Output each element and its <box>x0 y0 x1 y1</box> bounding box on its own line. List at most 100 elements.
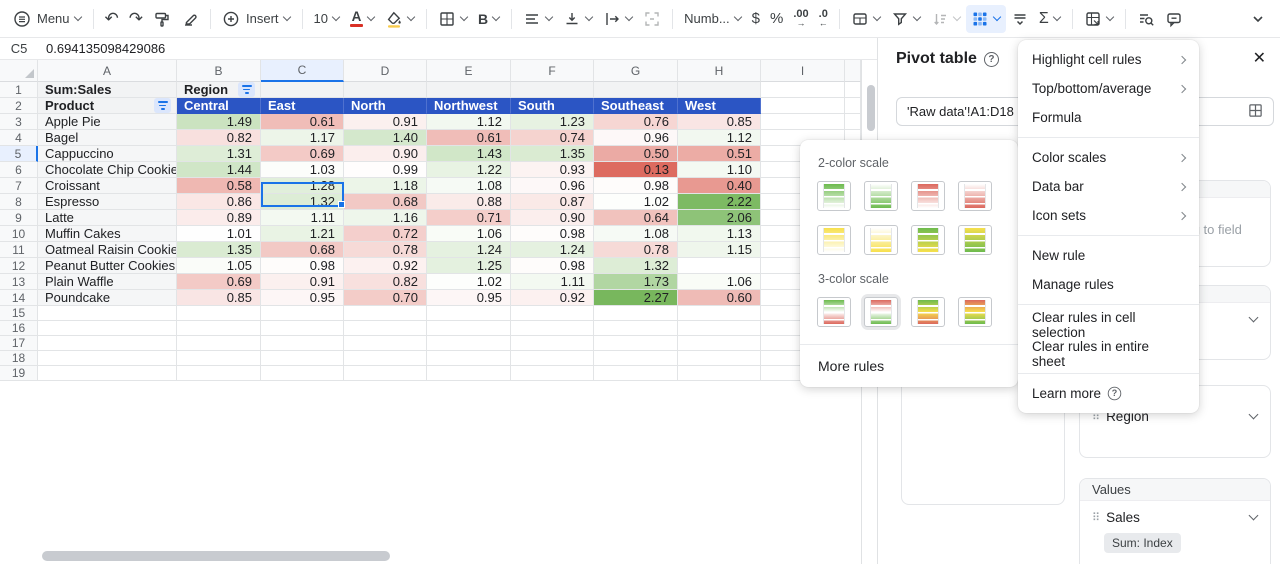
cell-D9[interactable]: 1.16 <box>344 210 427 226</box>
cell-G19[interactable] <box>594 366 678 381</box>
cell-C11[interactable]: 0.68 <box>261 242 344 258</box>
cell-F5[interactable]: 1.35 <box>511 146 594 162</box>
color-scale-swatch[interactable] <box>814 178 854 214</box>
increase-decimals-button[interactable]: .00→ <box>788 5 813 33</box>
cell-G11[interactable]: 0.78 <box>594 242 678 258</box>
color-scale-swatch[interactable] <box>814 222 854 258</box>
row-header-8[interactable]: 8 <box>0 194 38 210</box>
decrease-decimals-button[interactable]: .0← <box>814 5 833 33</box>
cell-A16[interactable] <box>38 321 177 336</box>
cell-H2[interactable]: West <box>678 98 761 114</box>
cell-H1[interactable] <box>678 82 761 98</box>
cell-A14[interactable]: Poundcake <box>38 290 177 306</box>
cell-D15[interactable] <box>344 306 427 321</box>
cell-C9[interactable]: 1.11 <box>261 210 344 226</box>
column-header-C[interactable]: C <box>261 60 344 82</box>
cell-E18[interactable] <box>427 351 511 366</box>
cell-D17[interactable] <box>344 336 427 351</box>
select-range-grid-icon[interactable] <box>1248 103 1263 121</box>
undo-button[interactable]: ↶ <box>100 5 124 33</box>
cell-G17[interactable] <box>594 336 678 351</box>
cell-E2[interactable]: Northwest <box>427 98 511 114</box>
clear-format-button[interactable] <box>176 5 204 33</box>
select-all-corner[interactable] <box>0 60 38 82</box>
horizontal-scrollbar-thumb[interactable] <box>42 551 390 561</box>
cell-E15[interactable] <box>427 306 511 321</box>
cell-G12[interactable]: 1.32 <box>594 258 678 274</box>
cell-E11[interactable]: 1.24 <box>427 242 511 258</box>
redo-button[interactable]: ↷ <box>124 5 148 33</box>
cell-G6[interactable]: 0.13 <box>594 162 678 178</box>
pivot-field-row-sales[interactable]: ⠿ Sales <box>1080 501 1270 533</box>
fill-color-button[interactable] <box>380 5 420 33</box>
cell-D14[interactable]: 0.70 <box>344 290 427 306</box>
cell-reference-box[interactable]: C5 <box>0 41 38 56</box>
cell-B6[interactable]: 1.44 <box>177 162 261 178</box>
cell-C15[interactable] <box>261 306 344 321</box>
column-header-E[interactable]: E <box>427 60 511 82</box>
cell-A17[interactable] <box>38 336 177 351</box>
cell-G7[interactable]: 0.98 <box>594 178 678 194</box>
cell-F10[interactable]: 0.98 <box>511 226 594 242</box>
cell-E4[interactable]: 0.61 <box>427 130 511 146</box>
row-header-2[interactable]: 2 <box>0 98 38 114</box>
cell-F7[interactable]: 0.96 <box>511 178 594 194</box>
cell-C12[interactable]: 0.98 <box>261 258 344 274</box>
drag-handle-icon[interactable]: ⠿ <box>1092 511 1100 524</box>
borders-button[interactable] <box>433 5 473 33</box>
row-header-17[interactable]: 17 <box>0 336 38 351</box>
cell-B11[interactable]: 1.35 <box>177 242 261 258</box>
insert-button[interactable]: Insert <box>217 5 296 33</box>
cell-F2[interactable]: South <box>511 98 594 114</box>
cell-D2[interactable]: North <box>344 98 427 114</box>
cell-E10[interactable]: 1.06 <box>427 226 511 242</box>
cell-H13[interactable]: 1.06 <box>678 274 761 290</box>
cell-B17[interactable] <box>177 336 261 351</box>
cell-B16[interactable] <box>177 321 261 336</box>
cell-H16[interactable] <box>678 321 761 336</box>
comment-button[interactable] <box>1160 5 1188 33</box>
font-size-selector[interactable]: 10 <box>309 5 345 33</box>
cell-A15[interactable] <box>38 306 177 321</box>
cell-B1[interactable]: Region <box>177 82 261 98</box>
cell-A10[interactable]: Muffin Cakes <box>38 226 177 242</box>
cell-C7[interactable]: 1.28 <box>261 178 344 194</box>
cell-H6[interactable]: 1.10 <box>678 162 761 178</box>
menu-item-clear-rules-in-entire-sheet[interactable]: Clear rules in entire sheet <box>1018 339 1199 368</box>
cell-D18[interactable] <box>344 351 427 366</box>
cell-C5[interactable]: 0.69 <box>261 146 344 162</box>
text-overflow-button[interactable] <box>598 5 638 33</box>
cell-E6[interactable]: 1.22 <box>427 162 511 178</box>
cell-B7[interactable]: 0.58 <box>177 178 261 194</box>
cell-H15[interactable] <box>678 306 761 321</box>
cell-G2[interactable]: Southeast <box>594 98 678 114</box>
cell-A3[interactable]: Apple Pie <box>38 114 177 130</box>
column-header-D[interactable]: D <box>344 60 427 82</box>
cell-D5[interactable]: 0.90 <box>344 146 427 162</box>
cell-G16[interactable] <box>594 321 678 336</box>
row-header-3[interactable]: 3 <box>0 114 38 130</box>
cell-E17[interactable] <box>427 336 511 351</box>
color-scale-swatch[interactable] <box>861 222 901 258</box>
cell-C14[interactable]: 0.95 <box>261 290 344 306</box>
cell-D6[interactable]: 0.99 <box>344 162 427 178</box>
row-header-5[interactable]: 5 <box>0 146 38 162</box>
color-scale-swatch[interactable] <box>908 178 948 214</box>
cell-F17[interactable] <box>511 336 594 351</box>
menu-item-learn-more[interactable]: Learn more? <box>1018 379 1199 408</box>
cell-G14[interactable]: 2.27 <box>594 290 678 306</box>
row-header-13[interactable]: 13 <box>0 274 38 290</box>
row-header-14[interactable]: 14 <box>0 290 38 306</box>
cell-D13[interactable]: 0.82 <box>344 274 427 290</box>
conditional-format-button[interactable] <box>966 5 1006 33</box>
cell-x1[interactable] <box>845 82 861 98</box>
row-header-11[interactable]: 11 <box>0 242 38 258</box>
cell-H19[interactable] <box>678 366 761 381</box>
color-scale-swatch[interactable] <box>861 178 901 214</box>
cell-A1[interactable]: Sum:Sales <box>38 82 177 98</box>
pivot-table-button[interactable] <box>1079 5 1119 33</box>
filter-button[interactable] <box>886 5 926 33</box>
cell-H12[interactable] <box>678 258 761 274</box>
cell-x2[interactable] <box>845 98 861 114</box>
cell-F12[interactable]: 0.98 <box>511 258 594 274</box>
